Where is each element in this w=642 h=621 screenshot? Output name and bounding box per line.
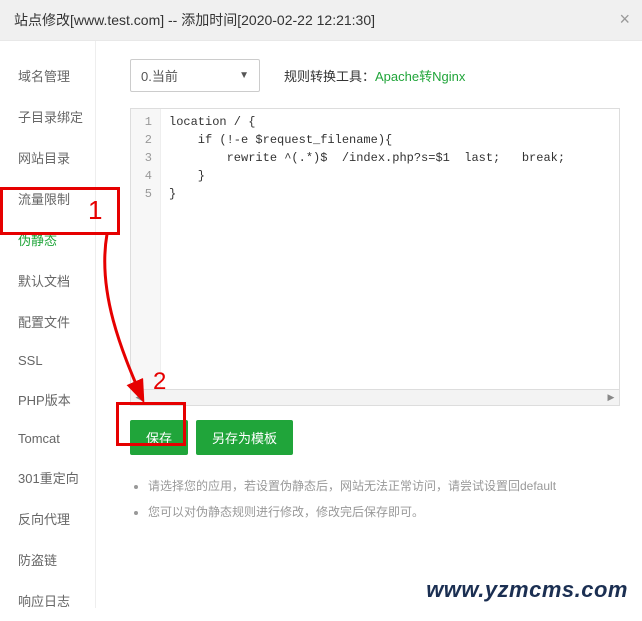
tool-label: 规则转换工具： xyxy=(284,69,375,84)
line-number: 1 xyxy=(137,113,152,131)
apache-to-nginx-link[interactable]: Apache转Nginx xyxy=(375,69,465,84)
sidebar-item-ssl[interactable]: SSL xyxy=(0,342,95,379)
line-gutter: 1 2 3 4 5 xyxy=(131,109,161,389)
scroll-left-icon[interactable]: ◀ xyxy=(131,390,147,405)
line-number: 3 xyxy=(137,149,152,167)
sidebar-item-subdir[interactable]: 子目录绑定 xyxy=(0,96,95,137)
main-panel: 0.当前 ▼ 规则转换工具：Apache转Nginx 1 2 3 4 5 loc… xyxy=(96,41,642,608)
line-number: 5 xyxy=(137,185,152,203)
sidebar: 域名管理 子目录绑定 网站目录 流量限制 伪静态 默认文档 配置文件 SSL P… xyxy=(0,41,96,608)
chevron-down-icon: ▼ xyxy=(239,70,249,81)
scroll-right-icon[interactable]: ▶ xyxy=(603,390,619,405)
page-title: 站点修改[www.test.com] -- 添加时间[2020-02-22 12… xyxy=(14,12,375,28)
sidebar-item-php[interactable]: PHP版本 xyxy=(0,379,95,420)
tips-list: 请选择您的应用，若设置伪静态后，网站无法正常访问，请尝试设置回default 您… xyxy=(130,473,620,525)
watermark: www.yzmcms.com xyxy=(426,577,628,603)
sidebar-item-default-doc[interactable]: 默认文档 xyxy=(0,260,95,301)
save-button[interactable]: 保存 xyxy=(130,420,188,455)
tip-item: 请选择您的应用，若设置伪静态后，网站无法正常访问，请尝试设置回default xyxy=(148,473,620,499)
container: 域名管理 子目录绑定 网站目录 流量限制 伪静态 默认文档 配置文件 SSL P… xyxy=(0,41,642,608)
sidebar-item-domain[interactable]: 域名管理 xyxy=(0,55,95,96)
sidebar-item-hotlink[interactable]: 防盗链 xyxy=(0,539,95,580)
close-icon[interactable]: × xyxy=(619,10,630,28)
code-content[interactable]: location / { if (!-e $request_filename){… xyxy=(161,109,619,389)
tool-area: 规则转换工具：Apache转Nginx xyxy=(284,66,465,85)
sidebar-item-rewrite[interactable]: 伪静态 xyxy=(0,219,95,260)
horizontal-scrollbar[interactable]: ◀ ▶ xyxy=(130,390,620,406)
button-row: 保存 另存为模板 xyxy=(130,420,620,455)
line-number: 2 xyxy=(137,131,152,149)
sidebar-item-traffic[interactable]: 流量限制 xyxy=(0,178,95,219)
code-editor[interactable]: 1 2 3 4 5 location / { if (!-e $request_… xyxy=(130,108,620,390)
line-number: 4 xyxy=(137,167,152,185)
sidebar-item-tomcat[interactable]: Tomcat xyxy=(0,420,95,457)
top-row: 0.当前 ▼ 规则转换工具：Apache转Nginx xyxy=(130,59,620,92)
save-as-template-button[interactable]: 另存为模板 xyxy=(196,420,293,455)
template-select[interactable]: 0.当前 ▼ xyxy=(130,59,260,92)
tip-item: 您可以对伪静态规则进行修改，修改完后保存即可。 xyxy=(148,499,620,525)
sidebar-item-sitedir[interactable]: 网站目录 xyxy=(0,137,95,178)
sidebar-item-log[interactable]: 响应日志 xyxy=(0,580,95,621)
select-value: 0.当前 xyxy=(141,66,178,85)
sidebar-item-config[interactable]: 配置文件 xyxy=(0,301,95,342)
sidebar-item-proxy[interactable]: 反向代理 xyxy=(0,498,95,539)
sidebar-item-301[interactable]: 301重定向 xyxy=(0,457,95,498)
